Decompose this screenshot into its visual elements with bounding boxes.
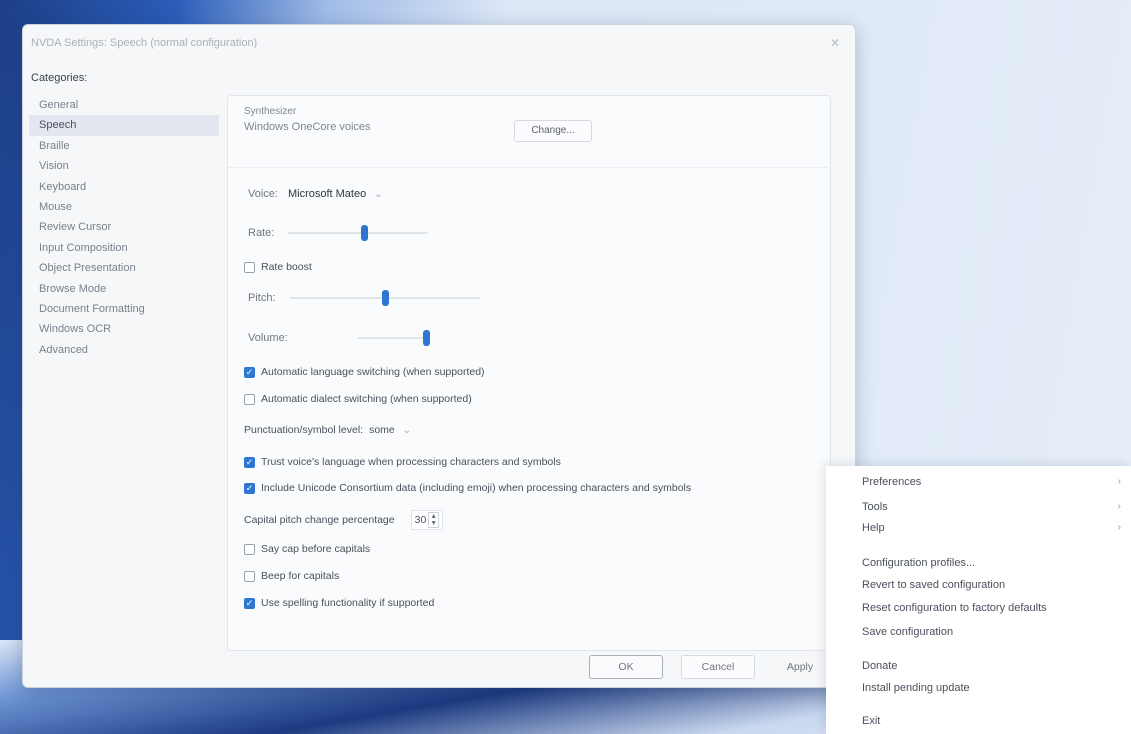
pitch-slider-thumb[interactable]	[381, 290, 389, 306]
rate-slider-track	[288, 232, 429, 234]
auto-dialect-row[interactable]: Automatic dialect switching (when suppor…	[244, 393, 472, 405]
unicode-checkbox[interactable]: ✓	[244, 482, 255, 494]
voice-row: Voice: Microsoft Mateo ⌄	[248, 188, 383, 200]
submenu-arrow-icon: ›	[1117, 476, 1121, 487]
menu-item-preferences[interactable]: Preferences	[862, 476, 921, 488]
volume-label: Volume:	[248, 332, 288, 344]
category-browse-mode[interactable]: Browse Mode	[29, 279, 219, 299]
category-braille[interactable]: Braille	[29, 136, 219, 156]
nvda-context-menu: Preferences › Tools › Help › Configurati…	[826, 466, 1131, 734]
auto-dialect-label: Automatic dialect switching (when suppor…	[261, 393, 472, 405]
rate-label: Rate:	[248, 227, 275, 239]
menu-item-configuration-profiles[interactable]: Configuration profiles...	[862, 557, 975, 569]
volume-slider[interactable]	[357, 330, 430, 346]
category-speech[interactable]: Speech	[29, 115, 219, 136]
spelling-checkbox[interactable]: ✓	[244, 597, 255, 609]
cap-pitch-label: Capital pitch change percentage	[244, 514, 395, 526]
chevron-down-icon: ⌄	[374, 188, 383, 200]
volume-row: Volume:	[248, 330, 430, 346]
submenu-arrow-icon: ›	[1117, 522, 1121, 533]
beep-row[interactable]: Beep for capitals	[244, 570, 339, 582]
category-review-cursor[interactable]: Review Cursor	[29, 217, 219, 237]
submenu-arrow-icon: ›	[1117, 501, 1121, 512]
voice-label: Voice:	[248, 188, 278, 200]
trust-voice-label: Trust voice's language when processing c…	[261, 456, 561, 468]
speech-panel: Synthesizer Windows OneCore voices Chang…	[227, 95, 831, 651]
pitch-label: Pitch:	[248, 292, 276, 304]
spelling-row[interactable]: ✓ Use spelling functionality if supporte…	[244, 597, 434, 609]
voice-value: Microsoft Mateo	[287, 188, 367, 200]
synthesizer-group: Synthesizer Windows OneCore voices Chang…	[228, 96, 828, 168]
menu-item-reset-configuration[interactable]: Reset configuration to factory defaults	[862, 602, 1047, 614]
synthesizer-label: Synthesizer	[244, 106, 297, 117]
rate-slider-thumb[interactable]	[361, 225, 369, 241]
categories-list: General Speech Braille Vision Keyboard M…	[29, 95, 219, 655]
trust-voice-checkbox[interactable]: ✓	[244, 456, 255, 468]
unicode-label: Include Unicode Consortium data (includi…	[261, 482, 692, 494]
category-document-formatting[interactable]: Document Formatting	[29, 299, 219, 319]
rate-boost-label: Rate boost	[261, 261, 312, 273]
beep-label: Beep for capitals	[261, 570, 340, 582]
cap-pitch-row: Capital pitch change percentage 30 ▲ ▼	[244, 510, 444, 530]
category-keyboard[interactable]: Keyboard	[29, 177, 219, 197]
rate-boost-row[interactable]: Rate boost	[244, 261, 312, 273]
punctuation-label: Punctuation/symbol level:	[244, 424, 364, 436]
trust-voice-row[interactable]: ✓ Trust voice's language when processing…	[244, 456, 561, 468]
spelling-label: Use spelling functionality if supported	[261, 597, 435, 609]
category-windows-ocr[interactable]: Windows OCR	[29, 319, 219, 339]
pitch-row: Pitch:	[248, 290, 480, 306]
cap-pitch-spinner[interactable]: 30 ▲ ▼	[410, 510, 444, 530]
punctuation-row: Punctuation/symbol level: some ⌄	[244, 424, 411, 436]
dialog-titlebar: NVDA Settings: Speech (normal configurat…	[23, 25, 855, 61]
rate-boost-checkbox[interactable]	[244, 261, 255, 273]
say-cap-checkbox[interactable]	[244, 543, 255, 555]
say-cap-row[interactable]: Say cap before capitals	[244, 543, 370, 555]
menu-item-save-configuration[interactable]: Save configuration	[862, 626, 953, 638]
volume-slider-thumb[interactable]	[422, 330, 430, 346]
category-vision[interactable]: Vision	[29, 156, 219, 176]
categories-label: Categories:	[31, 72, 88, 84]
auto-language-label: Automatic language switching (when suppo…	[261, 366, 485, 378]
spinner-arrows-icon[interactable]: ▲ ▼	[428, 512, 440, 528]
change-synthesizer-button[interactable]: Change...	[514, 120, 592, 142]
punctuation-select[interactable]: some ⌄	[369, 424, 411, 436]
volume-slider-track	[357, 337, 430, 339]
menu-item-exit[interactable]: Exit	[862, 715, 880, 727]
rate-row: Rate:	[248, 225, 429, 241]
menu-item-revert-configuration[interactable]: Revert to saved configuration	[862, 579, 1005, 591]
cap-pitch-value: 30	[414, 514, 427, 526]
pitch-slider[interactable]	[289, 290, 480, 306]
category-mouse[interactable]: Mouse	[29, 197, 219, 217]
category-advanced[interactable]: Advanced	[29, 340, 219, 360]
voice-select[interactable]: Microsoft Mateo ⌄	[288, 188, 383, 200]
close-icon[interactable]: ✕	[815, 36, 855, 50]
category-input-composition[interactable]: Input Composition	[29, 238, 219, 258]
menu-item-install-update[interactable]: Install pending update	[862, 682, 970, 694]
dialog-title: NVDA Settings: Speech (normal configurat…	[31, 37, 258, 49]
category-general[interactable]: General	[29, 95, 219, 115]
beep-checkbox[interactable]	[244, 570, 255, 582]
ok-button[interactable]: OK	[589, 655, 663, 679]
auto-dialect-checkbox[interactable]	[244, 393, 255, 405]
cancel-button[interactable]: Cancel	[681, 655, 755, 679]
menu-item-help[interactable]: Help	[862, 522, 885, 534]
auto-language-row[interactable]: ✓ Automatic language switching (when sup…	[244, 366, 485, 378]
punctuation-value: some	[369, 424, 395, 436]
menu-item-donate[interactable]: Donate	[862, 660, 897, 672]
rate-slider[interactable]	[288, 225, 429, 241]
menu-item-tools[interactable]: Tools	[862, 501, 888, 513]
settings-dialog: NVDA Settings: Speech (normal configurat…	[22, 24, 856, 688]
auto-language-checkbox[interactable]: ✓	[244, 366, 255, 378]
unicode-row[interactable]: ✓ Include Unicode Consortium data (inclu…	[244, 482, 691, 494]
category-object-presentation[interactable]: Object Presentation	[29, 258, 219, 278]
chevron-down-icon: ⌄	[402, 424, 412, 436]
say-cap-label: Say cap before capitals	[261, 543, 371, 555]
